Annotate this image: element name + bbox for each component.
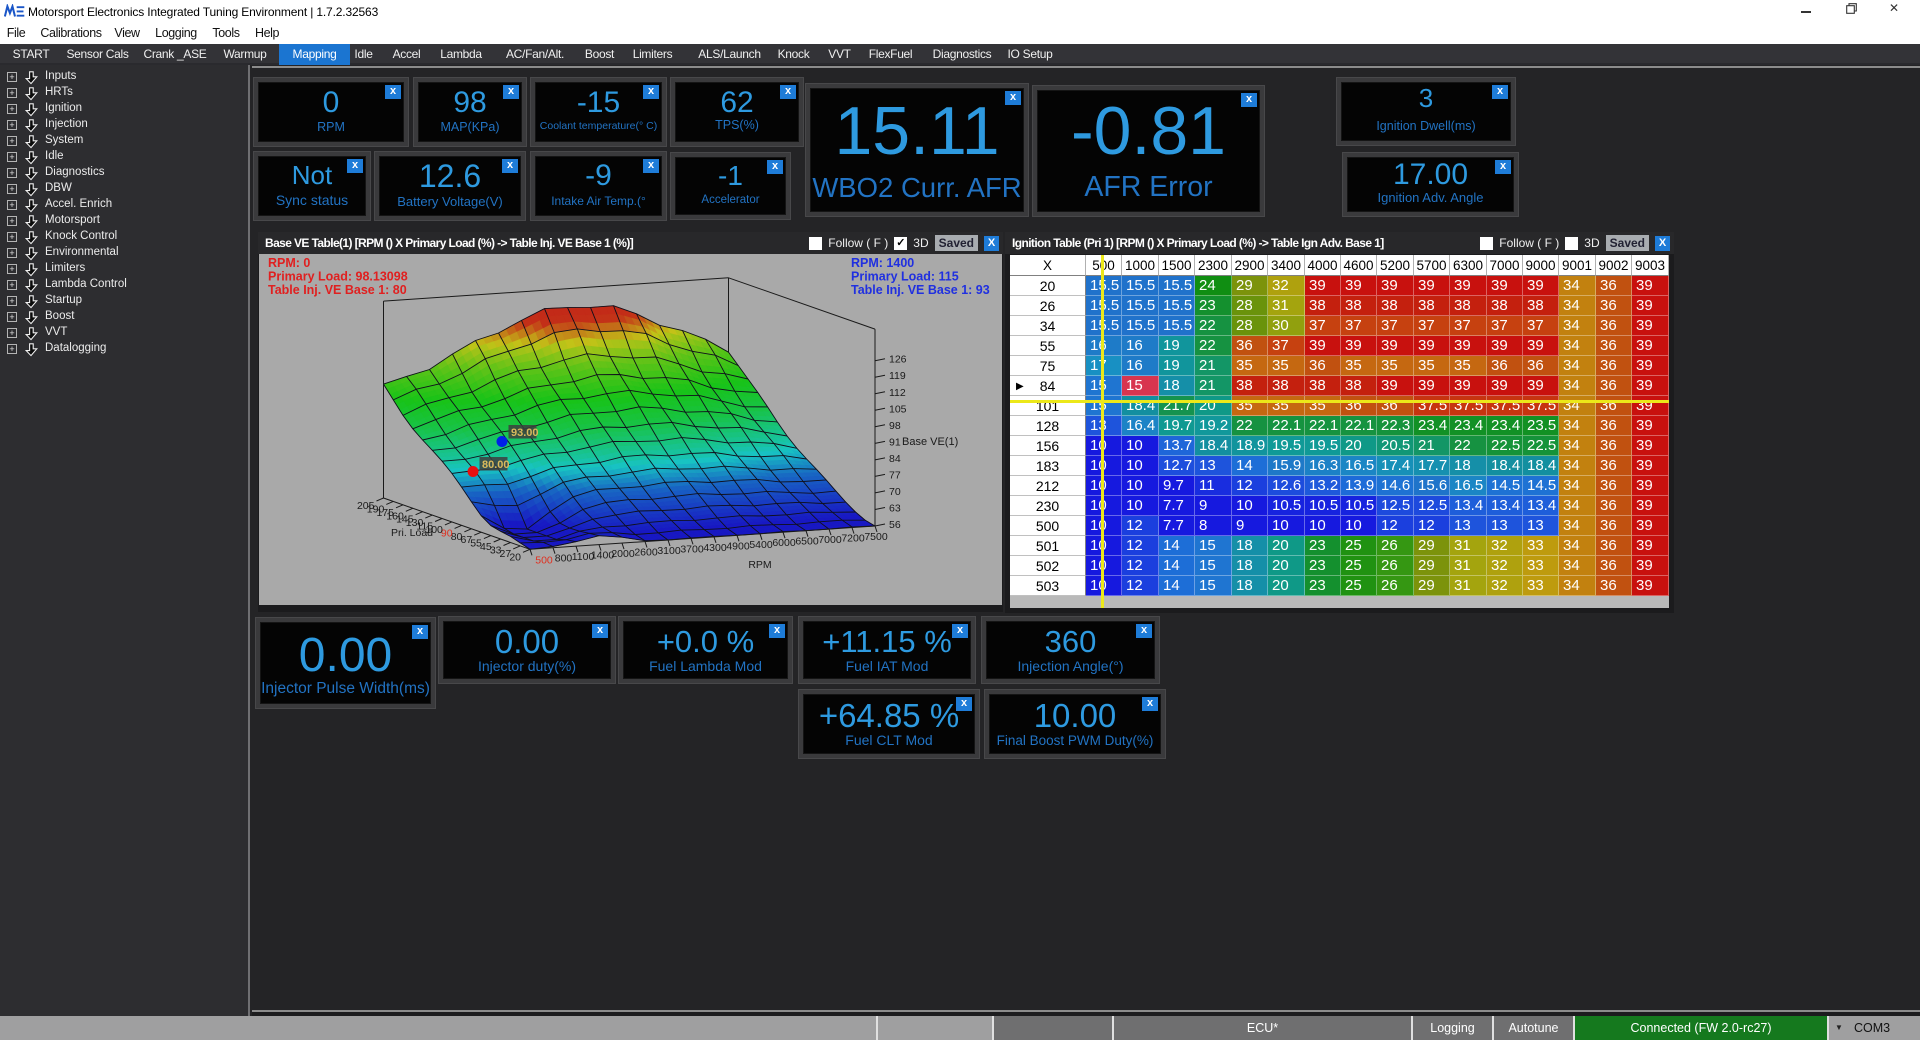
svg-text:205: 205 — [357, 500, 375, 512]
svg-text:RPM: 0: RPM: 0 — [268, 256, 310, 270]
svg-text:4900: 4900 — [726, 540, 750, 552]
svg-text:Table Inj. VE Base 1: 93: Table Inj. VE Base 1: 93 — [851, 283, 990, 297]
svg-text:5400: 5400 — [749, 539, 773, 551]
svg-text:2000: 2000 — [611, 548, 635, 560]
svg-text:105: 105 — [889, 403, 907, 415]
svg-text:4300: 4300 — [703, 542, 727, 554]
svg-text:7000: 7000 — [818, 534, 842, 546]
svg-text:70: 70 — [889, 486, 901, 498]
svg-text:Table Inj. VE Base 1: 80: Table Inj. VE Base 1: 80 — [268, 283, 407, 297]
svg-text:Primary Load: 98.13098: Primary Load: 98.13098 — [268, 270, 408, 284]
svg-text:6500: 6500 — [795, 536, 819, 548]
svg-text:119: 119 — [889, 370, 906, 382]
svg-text:2600: 2600 — [634, 547, 658, 559]
svg-text:98: 98 — [889, 420, 901, 432]
svg-text:91: 91 — [889, 436, 901, 448]
svg-text:80.00: 80.00 — [482, 459, 510, 471]
svg-text:Pri. Load: Pri. Load — [391, 527, 433, 539]
svg-text:Primary Load: 115: Primary Load: 115 — [851, 270, 959, 284]
svg-text:7500: 7500 — [864, 531, 888, 543]
svg-text:56: 56 — [889, 519, 901, 531]
svg-text:112: 112 — [889, 387, 906, 399]
svg-text:500: 500 — [535, 554, 553, 566]
svg-text:800: 800 — [555, 553, 573, 565]
svg-text:RPM: 1400: RPM: 1400 — [851, 256, 914, 270]
svg-text:7200: 7200 — [841, 533, 865, 545]
svg-text:3100: 3100 — [657, 545, 681, 557]
svg-text:93.00: 93.00 — [511, 427, 539, 439]
svg-text:RPM: RPM — [748, 559, 771, 571]
svg-text:63: 63 — [889, 503, 901, 515]
svg-text:77: 77 — [889, 469, 901, 481]
svg-text:3700: 3700 — [680, 543, 704, 555]
svg-text:126: 126 — [889, 354, 907, 366]
svg-text:Base VE(1): Base VE(1) — [902, 436, 958, 448]
svg-text:84: 84 — [889, 453, 901, 465]
svg-text:6000: 6000 — [772, 537, 796, 549]
